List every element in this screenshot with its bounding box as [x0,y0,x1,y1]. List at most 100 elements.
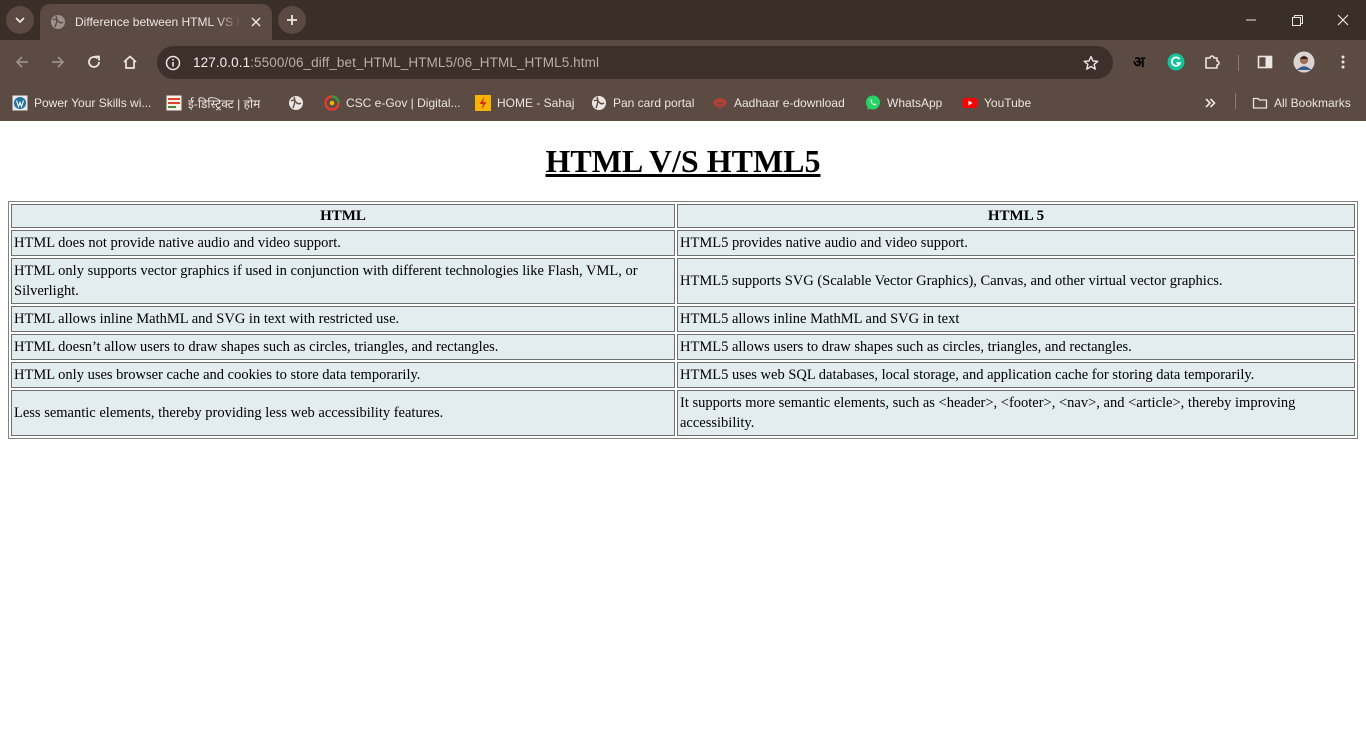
profile-button[interactable] [1291,49,1317,75]
table-cell: HTML5 provides native audio and video su… [677,230,1355,256]
table-cell: HTML allows inline MathML and SVG in tex… [11,306,675,332]
table-cell: Less semantic elements, thereby providin… [11,390,675,436]
globe-icon [288,95,304,111]
toolbar-separator [1238,55,1239,71]
home-icon [123,55,137,69]
url-host: 127.0.0.1 [193,55,251,70]
avatar [1293,51,1315,73]
bookmark-label: Aadhaar e-download [734,96,845,110]
table-cell: HTML only supports vector graphics if us… [11,258,675,304]
all-bookmarks-label: All Bookmarks [1274,96,1351,110]
grammarly-extension[interactable] [1163,49,1189,75]
forward-button[interactable] [43,47,73,77]
bookmark-label: WhatsApp [887,96,943,110]
page-content: HTML V/S HTML5 HTML HTML 5 HTML does not… [0,121,1366,738]
column-header-html5: HTML 5 [677,204,1355,228]
table-header-row: HTML HTML 5 [11,204,1355,228]
hindi-input-extension[interactable]: अ [1126,49,1152,75]
table-cell: HTML5 supports SVG (Scalable Vector Grap… [677,258,1355,304]
reload-icon [88,55,100,68]
edistrict-icon [166,95,182,111]
extensions-button[interactable] [1199,49,1225,75]
minimize-button[interactable] [1228,0,1274,40]
forward-arrow-icon [52,56,65,68]
side-panel-button[interactable] [1252,49,1278,75]
table-row: HTML only supports vector graphics if us… [11,258,1355,304]
bookmark-item[interactable]: CSC e-Gov | Digital... [324,91,460,115]
bookmarks-separator [1235,93,1236,109]
active-tab[interactable]: Difference between HTML VS HTML5 [40,4,272,40]
restore-icon [1291,14,1303,26]
browser-toolbar: 127.0.0.1:5500/06_diff_bet_HTML_HTML5/06… [0,40,1366,85]
bookmark-item[interactable]: WhatsApp [865,91,942,115]
close-icon [1337,14,1349,26]
table-row: HTML does not provide native audio and v… [11,230,1355,256]
bookmark-item[interactable] [288,91,310,115]
wordpress-icon [12,95,28,111]
reload-button[interactable] [79,47,109,77]
bookmark-item[interactable]: Aadhaar e-download [712,91,845,115]
bookmark-label: HOME - Sahaj [497,96,575,110]
table-cell: It supports more semantic elements, such… [677,390,1355,436]
bookmark-label: ई-डिस्ट्रिक्ट | होम [188,96,261,111]
table-row: HTML allows inline MathML and SVG in tex… [11,306,1355,332]
url-text: 127.0.0.1:5500/06_diff_bet_HTML_HTML5/06… [193,55,599,70]
globe-icon [51,15,65,29]
bookmark-item[interactable]: Pan card portal [591,91,694,115]
bookmark-label: Power Your Skills wi... [34,96,152,110]
bookmark-item[interactable]: Power Your Skills wi... [12,91,151,115]
bookmark-item[interactable]: HOME - Sahaj [475,91,574,115]
bookmark-item[interactable]: ई-डिस्ट्रिक्ट | होम [166,91,260,115]
globe-icon [591,95,607,111]
plus-icon [287,15,297,25]
bookmark-label: Pan card portal [613,96,695,110]
site-info-button[interactable] [160,50,186,76]
sahaj-icon [475,95,491,111]
bookmark-label: CSC e-Gov | Digital... [346,96,461,110]
csc-icon [324,95,340,111]
bookmark-item[interactable]: YouTube [962,91,1031,115]
table-cell: HTML only uses browser cache and cookies… [11,362,675,388]
table-row: HTML doesn’t allow users to draw shapes … [11,334,1355,360]
menu-button[interactable] [1330,49,1356,75]
folder-icon [1252,95,1268,111]
youtube-icon [962,95,978,111]
puzzle-icon [1205,55,1220,69]
home-button[interactable] [115,47,145,77]
grammarly-icon [1167,53,1185,71]
table-cell: HTML5 uses web SQL databases, local stor… [677,362,1355,388]
back-arrow-icon [15,56,28,68]
table-row: HTML only uses browser cache and cookies… [11,362,1355,388]
close-window-button[interactable] [1320,0,1366,40]
address-bar[interactable]: 127.0.0.1:5500/06_diff_bet_HTML_HTML5/06… [157,46,1113,79]
tab-search-button[interactable] [6,6,34,34]
aadhaar-icon [712,95,728,111]
tab-title: Difference between HTML VS HTML5 [75,15,241,29]
bookmark-label: YouTube [984,96,1032,110]
table-cell: HTML doesn’t allow users to draw shapes … [11,334,675,360]
all-bookmarks-button[interactable]: All Bookmarks [1252,91,1351,115]
hindi-letter-icon: अ [1133,53,1145,71]
back-button[interactable] [7,47,37,77]
url-path: :5500/06_diff_bet_HTML_HTML5/06_HTML_HTM… [250,55,600,70]
table-cell: HTML5 allows users to draw shapes such a… [677,334,1355,360]
star-icon [1083,55,1099,70]
side-panel-icon [1257,55,1273,69]
chevron-down-icon [15,17,25,24]
new-tab-button[interactable] [278,6,306,34]
more-bookmarks-button[interactable] [1203,91,1217,115]
comparison-table: HTML HTML 5 HTML does not provide native… [8,201,1358,439]
restore-button[interactable] [1274,0,1320,40]
bookmark-star-button[interactable] [1081,53,1101,73]
column-header-html: HTML [11,204,675,228]
info-icon [165,55,181,70]
double-chevron-right-icon [1205,98,1216,108]
more-vertical-icon [1341,55,1345,69]
close-icon [251,17,261,27]
bookmarks-bar: Power Your Skills wi... ई-डिस्ट्रिक्ट | … [0,85,1366,121]
tab-strip: Difference between HTML VS HTML5 [0,0,1366,40]
page-title: HTML V/S HTML5 [545,143,821,179]
table-row: Less semantic elements, thereby providin… [11,390,1355,436]
table-cell: HTML does not provide native audio and v… [11,230,675,256]
tab-close-button[interactable] [248,14,264,30]
